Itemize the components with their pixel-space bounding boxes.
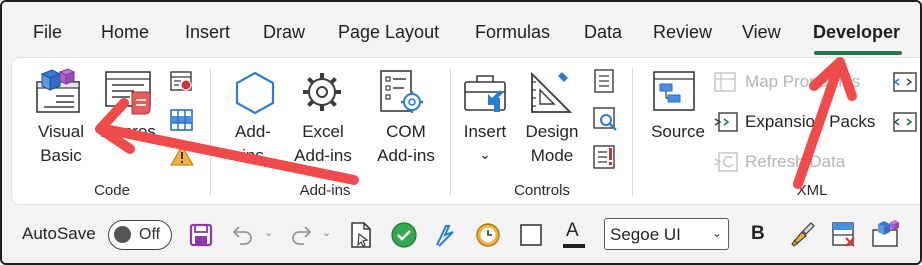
arrow-to-visual-basic	[95, 98, 359, 185]
excel-window: File Home Insert Draw Page Layout Formul…	[0, 0, 922, 265]
annotation-arrows	[95, 57, 857, 189]
arrow-to-developer-tab	[793, 57, 857, 189]
